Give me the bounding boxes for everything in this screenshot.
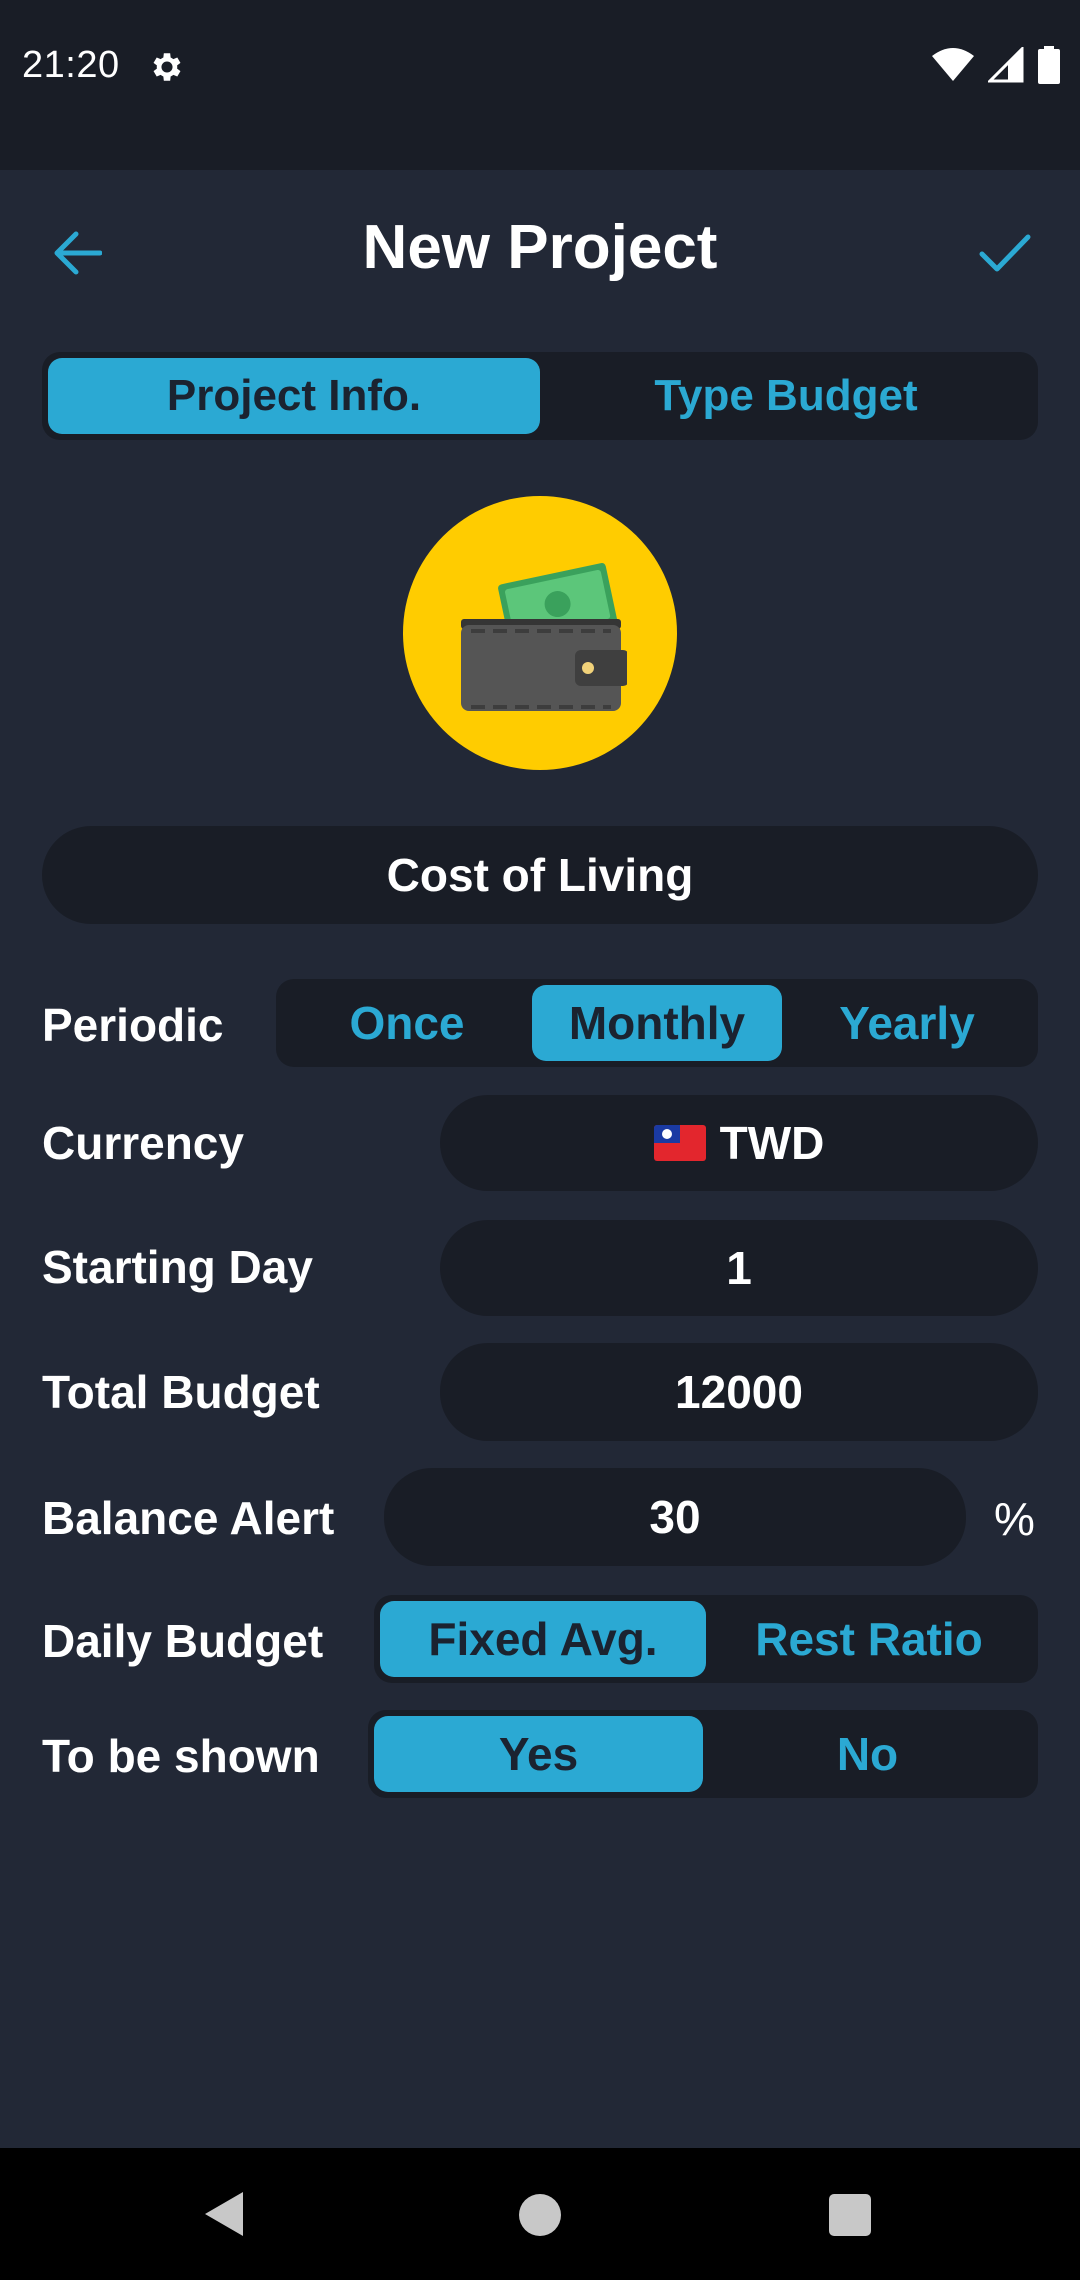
- currency-value: TWD: [719, 1117, 825, 1169]
- balance-alert-input[interactable]: 30: [384, 1468, 966, 1566]
- total-budget-input[interactable]: 12000: [440, 1343, 1038, 1441]
- battery-icon: [1038, 45, 1060, 89]
- project-icon-button[interactable]: [403, 496, 677, 770]
- periodic-label: Periodic: [42, 999, 224, 1051]
- settings-gear-icon: [148, 48, 186, 86]
- daily-budget-selector: Fixed Avg. Rest Ratio: [374, 1595, 1038, 1683]
- daily-budget-option-fixed-avg[interactable]: Fixed Avg.: [380, 1601, 706, 1677]
- tab-bar: Project Info. Type Budget: [42, 352, 1038, 440]
- starting-day-label: Starting Day: [42, 1241, 313, 1293]
- daily-budget-label: Daily Budget: [42, 1615, 324, 1667]
- to-be-shown-option-no[interactable]: No: [703, 1716, 1032, 1792]
- tab-type-budget[interactable]: Type Budget: [540, 358, 1032, 434]
- periodic-option-yearly[interactable]: Yearly: [782, 985, 1032, 1061]
- currency-selector[interactable]: TWD: [440, 1095, 1038, 1191]
- nav-home-icon[interactable]: [519, 2194, 561, 2236]
- nav-back-icon[interactable]: [203, 2190, 245, 2243]
- page-title: New Project: [362, 213, 718, 282]
- tab-project-info[interactable]: Project Info.: [48, 358, 540, 434]
- periodic-option-monthly[interactable]: Monthly: [532, 985, 782, 1061]
- to-be-shown-option-yes[interactable]: Yes: [374, 1716, 703, 1792]
- wallet-icon: [461, 563, 627, 711]
- currency-label: Currency: [42, 1117, 244, 1169]
- cell-signal-icon: [986, 44, 1024, 88]
- starting-day-input[interactable]: 1: [440, 1220, 1038, 1316]
- to-be-shown-selector: Yes No: [368, 1710, 1038, 1798]
- balance-alert-label: Balance Alert: [42, 1492, 335, 1544]
- daily-budget-option-rest-ratio[interactable]: Rest Ratio: [706, 1601, 1032, 1677]
- wifi-icon: [932, 47, 974, 87]
- percent-unit: %: [994, 1493, 1035, 1545]
- system-nav-bar: [0, 2148, 1080, 2280]
- to-be-shown-label: To be shown: [42, 1730, 320, 1782]
- status-bar: 21:20: [0, 0, 1080, 170]
- nav-recents-icon[interactable]: [829, 2194, 871, 2236]
- project-name-input[interactable]: Cost of Living: [42, 826, 1038, 924]
- total-budget-label: Total Budget: [42, 1366, 320, 1418]
- confirm-check-icon[interactable]: [970, 218, 1040, 288]
- app-bar: New Project: [0, 170, 1080, 325]
- status-time: 21:20: [22, 44, 120, 86]
- taiwan-flag-icon: [653, 1125, 706, 1161]
- status-icons: [932, 44, 1060, 89]
- periodic-selector: Once Monthly Yearly: [276, 979, 1038, 1067]
- periodic-option-once[interactable]: Once: [282, 985, 532, 1061]
